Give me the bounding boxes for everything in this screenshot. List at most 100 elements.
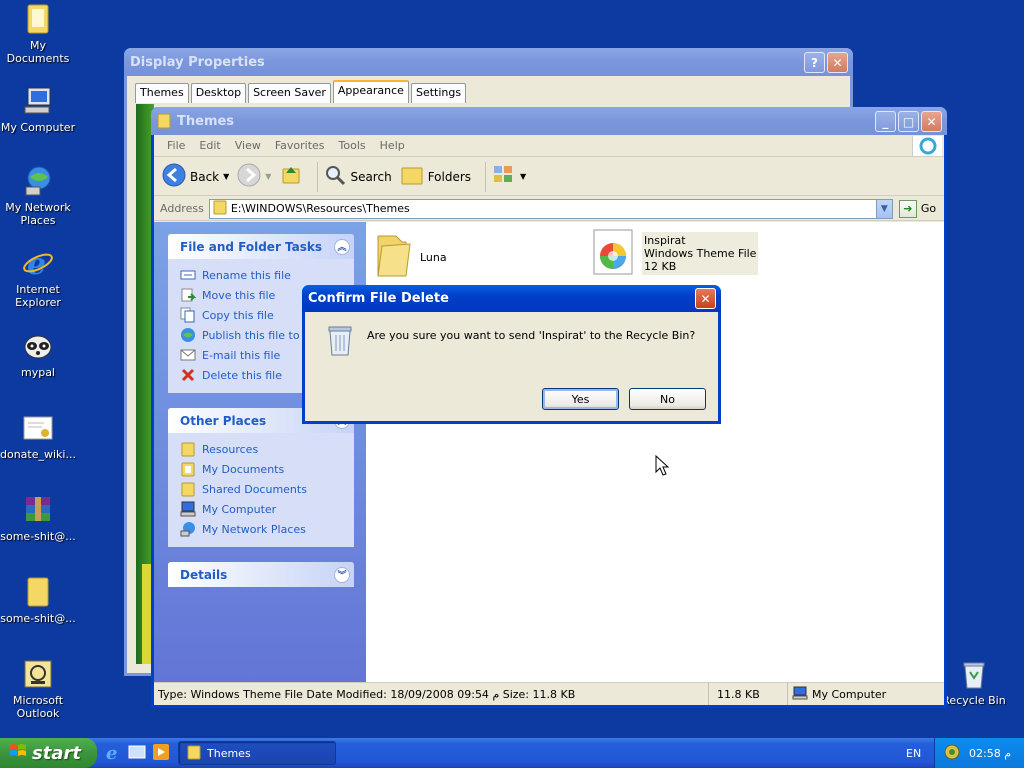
menu-help[interactable]: Help [373,139,412,152]
back-button[interactable]: Back ▼ [162,163,229,190]
toolbar: Back ▼ ▼ Search Folders ▼ [154,158,944,196]
expand-icon[interactable]: ︾ [334,566,350,583]
desktop-icon-recycle-bin[interactable]: Recycle Bin [936,658,1012,707]
forward-button[interactable]: ▼ [237,163,271,190]
menu-edit[interactable]: Edit [192,139,227,152]
desktop-icon-my-network-places[interactable]: My Network Places [0,165,76,227]
panel-title: Details [180,567,228,582]
window-title: Display Properties [130,54,265,70]
ie-icon[interactable]: e [104,743,122,764]
address-label: Address [160,202,204,215]
details-header[interactable]: Details ︾ [168,562,354,587]
toolbar-separator [317,161,319,192]
views-button[interactable]: ▼ [492,164,526,189]
toolbar-separator [485,161,487,192]
up-folder-icon [279,163,303,190]
desktop-icon-label: Microsoft Outlook [12,694,64,720]
other-places-list: Resources My Documents Shared Documents … [168,433,354,547]
tab-desktop[interactable]: Desktop [190,83,247,103]
globe-icon [180,327,196,343]
quick-launch: e [104,743,170,764]
go-button[interactable]: ➜ Go [898,199,936,218]
desktop-icon-internet-explorer[interactable]: e Internet Explorer [0,247,76,309]
computer-icon [180,501,196,517]
desktop-icon-label: some-shit@... [0,612,76,625]
start-button[interactable]: start [0,738,97,768]
help-button[interactable]: ? [804,52,825,73]
desktop-icon-mypal[interactable]: mypal [0,330,76,379]
desktop-icon-label: Recycle Bin [942,694,1006,707]
chevron-down-icon[interactable]: ▼ [223,172,229,181]
computer-icon [792,686,808,703]
place-my-computer[interactable]: My Computer [180,499,354,519]
dialog-titlebar[interactable]: Confirm File Delete ✕ [302,285,721,312]
language-indicator[interactable]: EN [906,747,921,760]
place-resources[interactable]: Resources [180,439,354,459]
tray-app-icon[interactable] [943,743,961,764]
rename-file-link[interactable]: Rename this file [180,265,354,285]
tab-settings[interactable]: Settings [410,83,467,103]
display-properties-titlebar[interactable]: Display Properties ? ✕ [124,48,853,76]
tab-themes[interactable]: Themes [135,83,189,103]
yes-button[interactable]: Yes [542,388,619,410]
themes-titlebar[interactable]: Themes _ □ ✕ [151,107,947,135]
clock: 02:58 م [969,746,1012,760]
taskbar-item-themes[interactable]: Themes [178,741,336,765]
media-player-icon[interactable] [152,743,170,764]
menu-tools[interactable]: Tools [332,139,373,152]
close-button[interactable]: ✕ [695,288,716,309]
mouse-cursor-icon [655,454,670,480]
search-label: Search [350,169,392,184]
desktop-icon-donate-wiki[interactable]: donate_wiki... [0,412,76,461]
place-my-documents[interactable]: My Documents [180,459,354,479]
winrar-icon [22,494,54,526]
no-button[interactable]: No [629,388,706,410]
folder-item-luna[interactable]: Luna [372,232,447,283]
collapse-icon[interactable]: ︽ [334,238,350,255]
desktop-icon-my-documents[interactable]: My Documents [0,3,76,65]
tab-appearance[interactable]: Appearance [332,80,409,103]
minimize-button[interactable]: _ [875,111,896,132]
folder-icon [157,113,171,129]
desktop-icon-label: My Network Places [5,201,71,227]
search-button[interactable]: Search [324,164,392,189]
desktop-icon-microsoft-outlook[interactable]: Microsoft Outlook [0,658,76,720]
tab-screen-saver[interactable]: Screen Saver [248,83,331,103]
network-icon [22,165,54,197]
place-shared-documents[interactable]: Shared Documents [180,479,354,499]
close-button[interactable]: ✕ [827,52,848,73]
delete-x-icon [180,367,196,383]
folder-icon [213,199,227,218]
menu-bar: File Edit View Favorites Tools Help [154,135,944,157]
address-dropdown-icon[interactable]: ▼ [875,199,892,218]
address-input[interactable]: E:\WINDOWS\Resources\Themes ▼ [208,198,893,219]
place-my-network-places[interactable]: My Network Places [180,519,354,539]
status-size: 11.8 KB [709,683,788,705]
computer-icon [22,85,54,117]
address-bar: Address E:\WINDOWS\Resources\Themes ▼ ➜ … [154,197,944,221]
chevron-down-icon[interactable]: ▼ [265,172,271,181]
desktop-icon-label: donate_wiki... [0,448,76,461]
confirm-file-delete-dialog: Confirm File Delete ✕ Are you sure you w… [302,285,721,424]
maximize-button[interactable]: □ [898,111,919,132]
file-type: Windows Theme File [644,247,757,260]
folder-icon [187,744,201,763]
status-info: Type: Windows Theme File Date Modified: … [154,683,709,705]
desktop-icon-folder[interactable]: some-shit@... [0,576,76,625]
folders-button[interactable]: Folders [400,163,471,190]
dialog-title: Confirm File Delete [308,291,449,306]
desktop-icon-my-computer[interactable]: My Computer [0,85,76,134]
menu-favorites[interactable]: Favorites [268,139,332,152]
up-folder-button[interactable] [279,163,303,190]
file-item-inspirat[interactable]: Inspirat Windows Theme File 12 KB [592,228,759,279]
windows-flag-icon [8,741,28,766]
panel-title: Other Places [180,413,267,428]
menu-view[interactable]: View [228,139,268,152]
show-desktop-icon[interactable] [128,743,146,764]
desktop-icon-winrar-archive[interactable]: some-shit@... [0,494,76,543]
chevron-down-icon: ▼ [520,172,527,181]
close-button[interactable]: ✕ [921,111,942,132]
file-folder-tasks-header[interactable]: File and Folder Tasks ︽ [168,234,354,259]
views-icon [492,164,516,189]
menu-file[interactable]: File [160,139,192,152]
